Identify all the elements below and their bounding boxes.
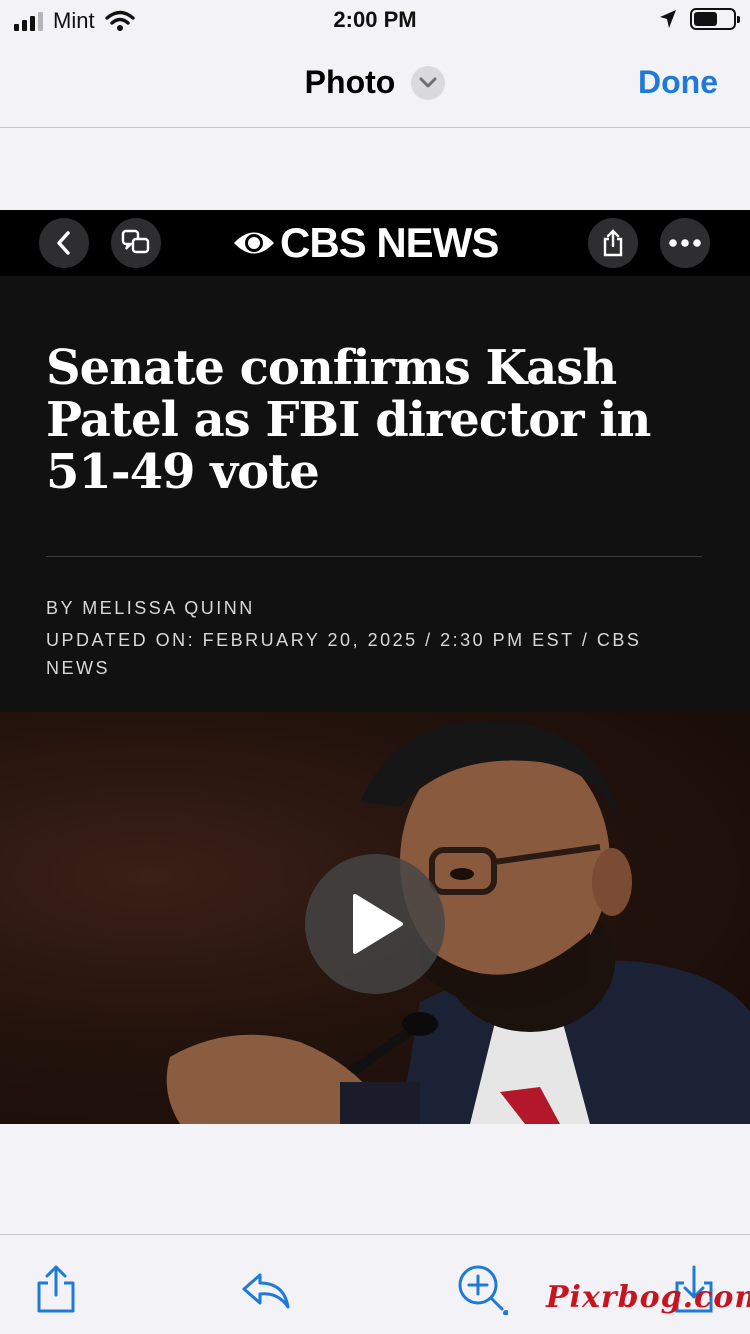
- photo-viewer: Mint 2:00 PM Photo Done CBS NEWS Senate …: [0, 0, 750, 1334]
- brand-name: CBS NEWS: [280, 219, 499, 266]
- article-updated: UPDATED ON: FEBRUARY 20, 2025 / 2:30 PM …: [46, 630, 642, 678]
- cbs-eye-icon: [234, 232, 274, 254]
- more-icon: [660, 218, 710, 268]
- cbs-news-logo: CBS NEWS: [232, 218, 499, 268]
- article-byline: BY MELISSA QUINN: [46, 598, 255, 618]
- status-time: 2:00 PM: [333, 7, 417, 32]
- status-right: [658, 8, 740, 30]
- share-icon[interactable]: [30, 1263, 82, 1315]
- cbs-header-bar: CBS NEWS: [0, 210, 750, 276]
- battery-icon: [690, 8, 740, 30]
- header-divider: [46, 556, 702, 557]
- screenshot-image: CBS NEWS Senate confirms Kash Patel as F…: [0, 210, 750, 1124]
- zoom-icon[interactable]: [456, 1263, 508, 1315]
- article-headline: Senate confirms Kash Patel as FBI direct…: [46, 340, 651, 500]
- chevron-down-icon[interactable]: [411, 65, 446, 100]
- article-header: Senate confirms Kash Patel as FBI direct…: [0, 276, 750, 712]
- nav-bar: Photo Done: [0, 40, 750, 128]
- reply-icon[interactable]: [240, 1263, 292, 1315]
- status-bar: Mint 2:00 PM: [0, 0, 750, 40]
- back-icon: [39, 218, 89, 268]
- location-arrow-icon: [660, 10, 676, 28]
- article-video-thumbnail: [0, 712, 750, 1124]
- done-button[interactable]: Done: [638, 64, 718, 101]
- watermark-text: Pixrbog.com: [546, 1280, 750, 1315]
- translate-icon: [111, 218, 161, 268]
- play-icon: [305, 854, 445, 994]
- share-icon: [588, 218, 638, 268]
- nav-title[interactable]: Photo: [305, 64, 396, 101]
